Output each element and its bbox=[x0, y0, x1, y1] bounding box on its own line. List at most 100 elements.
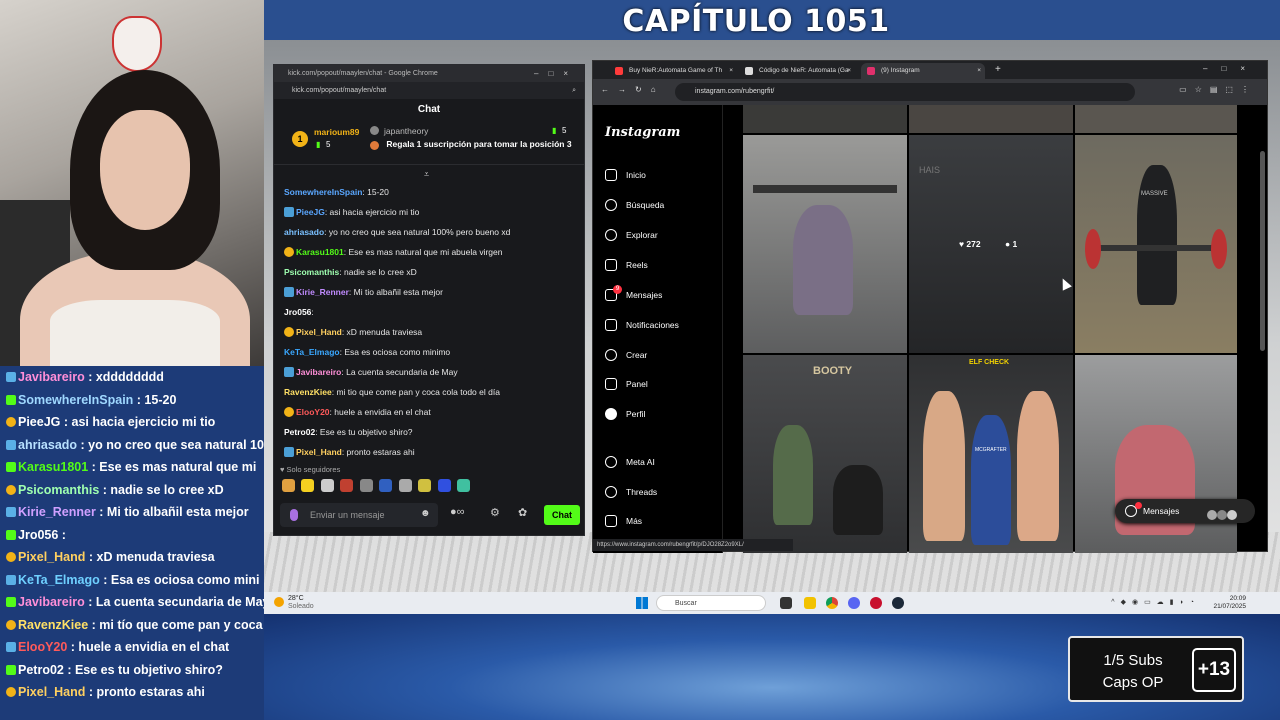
browser-tab[interactable]: Buy NieR:Automata Game of Th × bbox=[609, 63, 737, 79]
steam-icon[interactable] bbox=[892, 597, 904, 609]
gift-box-icon[interactable]: ✿ bbox=[518, 506, 527, 519]
nav-item-threads[interactable]: Threads bbox=[605, 482, 657, 502]
zoom-icon[interactable]: ⌕ bbox=[572, 82, 576, 99]
windows-taskbar[interactable]: 28°C Soleado Buscar ^◆◉▭☁▮◗◔ 20:09 21/07… bbox=[264, 592, 1280, 614]
nav-item-reels[interactable]: Reels bbox=[605, 255, 648, 275]
post-thumbnail[interactable] bbox=[1075, 105, 1237, 133]
instagram-profile-grid[interactable]: HAIS ♥ 272 ● 1 MASSIVE BOOTY ELF CHECK M… bbox=[743, 105, 1237, 553]
weather-widget[interactable]: 28°C Soleado bbox=[272, 595, 332, 611]
chat-username[interactable]: Psicomanthis bbox=[284, 267, 339, 277]
microphone-icon[interactable] bbox=[290, 509, 298, 521]
chat-username[interactable]: Karasu1801 bbox=[296, 247, 344, 257]
kick-window-titlebar[interactable]: kick.com/popout/maaylen/chat - Google Ch… bbox=[274, 65, 584, 82]
toolbar-extension-icons[interactable]: ▭☆▤⬚⋮ bbox=[1179, 85, 1257, 94]
chrome-icon[interactable] bbox=[826, 597, 838, 609]
send-chat-button[interactable]: Chat bbox=[544, 505, 580, 525]
chat-username[interactable]: Kirie_Renner bbox=[296, 287, 349, 297]
kick-chat-message[interactable]: KeTa_Elmago: Esa es ociosa como minimo bbox=[274, 342, 586, 362]
windows-start-icon[interactable] bbox=[636, 597, 648, 609]
window-controls[interactable]: –□× bbox=[534, 65, 578, 82]
chat-username[interactable]: ElooY20 bbox=[296, 407, 330, 417]
kick-chat-message[interactable]: ahriasado: yo no creo que sea natural 10… bbox=[274, 222, 586, 242]
post-thumbnail[interactable]: MASSIVE bbox=[1075, 135, 1237, 353]
browser-toolbar[interactable]: ←→↻⌂ instagram.com/rubengrfit/ ▭☆▤⬚⋮ bbox=[593, 79, 1267, 105]
nav-item-menu[interactable]: Más bbox=[605, 511, 642, 531]
kick-chat-message[interactable]: PieeJG: asi hacia ejercicio mi tio bbox=[274, 202, 586, 222]
chat-username[interactable]: SomewhereInSpain bbox=[284, 187, 362, 197]
nav-item-messenger[interactable]: 9 Mensajes bbox=[605, 285, 662, 305]
gift-prompt[interactable]: Regala 1 suscripción para tomar la posic… bbox=[384, 139, 574, 149]
nav-item-avatar[interactable]: Perfil bbox=[605, 404, 645, 424]
close-tab-icon[interactable]: × bbox=[729, 63, 733, 79]
new-tab-icon[interactable]: + bbox=[995, 64, 1001, 75]
kick-chat-message[interactable]: Pixel_Hand: pronto estaras ahi bbox=[274, 442, 586, 462]
chat-username[interactable]: RavenzKiee bbox=[284, 387, 332, 397]
kick-points-icon[interactable]: ●∞ bbox=[450, 506, 465, 518]
floating-messages-button[interactable]: Mensajes bbox=[1115, 499, 1255, 523]
emote-icon[interactable] bbox=[340, 479, 354, 492]
kick-chat-message[interactable]: Kirie_Renner: Mi tio albañil esta mejor bbox=[274, 282, 586, 302]
kick-chat-message[interactable]: Pixel_Hand: xD menuda traviesa bbox=[274, 322, 586, 342]
system-tray-icons[interactable]: ^◆◉▭☁▮◗◔ bbox=[1111, 598, 1200, 606]
close-tab-icon[interactable]: × bbox=[977, 63, 981, 79]
taskbar-clock[interactable]: 20:09 21/07/2025 bbox=[1213, 595, 1246, 611]
app-icon[interactable] bbox=[870, 597, 882, 609]
browser-address-bar[interactable]: instagram.com/rubengrfit/ bbox=[675, 83, 1135, 101]
chat-username[interactable]: Jro056 bbox=[284, 307, 311, 317]
post-thumbnail-hovered[interactable]: HAIS ♥ 272 ● 1 bbox=[909, 135, 1073, 353]
emote-icon[interactable] bbox=[437, 479, 451, 492]
nav-item-home[interactable]: Inicio bbox=[605, 165, 646, 185]
chat-username[interactable]: KeTa_Elmago bbox=[284, 347, 340, 357]
browser-tab[interactable]: Código de NieR: Automata (Ga × bbox=[739, 63, 855, 79]
post-thumbnail[interactable]: BOOTY bbox=[743, 355, 907, 553]
page-scrollbar[interactable] bbox=[1260, 151, 1265, 351]
chat-username[interactable]: PieeJG bbox=[296, 207, 325, 217]
emote-icon[interactable] bbox=[359, 479, 373, 492]
nav-item-compass[interactable]: Explorar bbox=[605, 225, 658, 245]
browser-tab[interactable]: (9) Instagram × bbox=[861, 63, 985, 79]
kick-chat-message[interactable]: Javibareiro: La cuenta secundaria de May bbox=[274, 362, 586, 382]
chat-message-input[interactable]: Enviar un mensaje bbox=[280, 503, 438, 527]
emote-icon[interactable] bbox=[301, 479, 315, 492]
kick-chat-message[interactable]: ElooY20: huele a envidia en el chat bbox=[274, 402, 586, 422]
expand-chevron-icon[interactable]: ⩡ bbox=[424, 169, 429, 180]
post-thumbnail[interactable] bbox=[743, 135, 907, 353]
emote-bar[interactable] bbox=[282, 479, 472, 495]
nav-item-chart[interactable]: Panel bbox=[605, 374, 648, 394]
post-thumbnail[interactable]: ELF CHECK MCGRAFTER bbox=[909, 355, 1073, 553]
emote-icon[interactable] bbox=[398, 479, 412, 492]
discord-icon[interactable] bbox=[848, 597, 860, 609]
task-view-icon[interactable] bbox=[780, 597, 792, 609]
chat-username[interactable]: Pixel_Hand bbox=[296, 327, 342, 337]
second-gifter-name[interactable]: japantheory bbox=[384, 126, 428, 136]
kick-chat-message[interactable]: RavenzKiee: mi tio que come pan y coca c… bbox=[274, 382, 586, 402]
chat-username[interactable]: Petro02 bbox=[284, 427, 315, 437]
top-gifter-name[interactable]: marioum89 bbox=[314, 127, 359, 137]
browser-tab-strip[interactable]: Buy NieR:Automata Game of Th × Código de N… bbox=[593, 61, 1267, 79]
nav-item-search[interactable]: Búsqueda bbox=[605, 195, 664, 215]
taskbar-search[interactable]: Buscar bbox=[656, 595, 766, 611]
instagram-logo[interactable]: Instagram bbox=[605, 125, 680, 140]
file-explorer-icon[interactable] bbox=[804, 597, 816, 609]
post-thumbnail[interactable] bbox=[909, 105, 1073, 133]
nav-item-meta-ai[interactable]: Meta AI bbox=[605, 452, 655, 472]
chat-username[interactable]: Pixel_Hand bbox=[296, 447, 342, 457]
window-controls[interactable]: –□× bbox=[1203, 64, 1259, 73]
navigation-buttons[interactable]: ←→↻⌂ bbox=[601, 85, 665, 94]
kick-chat-window[interactable]: kick.com/popout/maaylen/chat - Google Ch… bbox=[273, 64, 585, 536]
close-tab-icon[interactable]: × bbox=[847, 63, 851, 79]
emote-icon[interactable] bbox=[320, 479, 334, 492]
nav-item-heart[interactable]: Notificaciones bbox=[605, 315, 679, 335]
kick-chat-message[interactable]: Psicomanthis: nadie se lo cree xD bbox=[274, 262, 586, 282]
emote-icon[interactable] bbox=[379, 479, 393, 492]
post-thumbnail[interactable] bbox=[1075, 355, 1237, 553]
emoji-icon[interactable]: ☻ bbox=[420, 508, 431, 519]
kick-chat-message[interactable]: SomewhereInSpain: 15-20 bbox=[274, 182, 586, 202]
emote-icon[interactable] bbox=[282, 479, 295, 492]
kick-chat-message[interactable]: Karasu1801: Ese es mas natural que mi ab… bbox=[274, 242, 586, 262]
nav-item-plus[interactable]: Crear bbox=[605, 345, 647, 365]
chat-username[interactable]: Javibareiro bbox=[296, 367, 341, 377]
settings-gear-icon[interactable]: ⚙ bbox=[490, 506, 500, 519]
instagram-browser-window[interactable]: Buy NieR:Automata Game of Th × Código de N… bbox=[592, 60, 1268, 553]
kick-chat-messages[interactable]: SomewhereInSpain: 15-20 PieeJG: asi hacia… bbox=[274, 182, 586, 462]
